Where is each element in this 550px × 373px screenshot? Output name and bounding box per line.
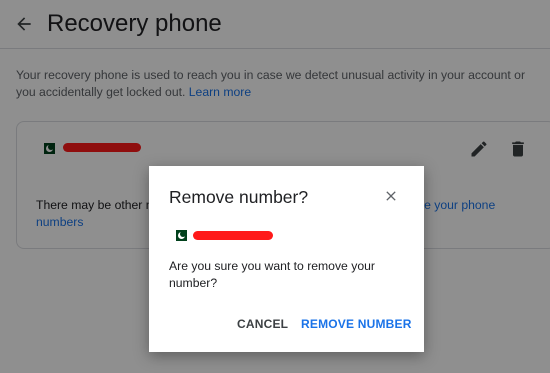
remove-number-button[interactable]: REMOVE NUMBER	[301, 314, 412, 334]
close-icon[interactable]	[379, 184, 403, 208]
remove-number-dialog: Remove number? Are you sure you want to …	[149, 166, 424, 352]
cancel-button[interactable]: CANCEL	[237, 314, 288, 334]
redaction-mark	[193, 231, 273, 240]
dialog-title: Remove number?	[169, 187, 309, 207]
pakistan-flag-icon	[172, 230, 187, 241]
dialog-message: Are you sure you want to remove your num…	[169, 259, 375, 290]
